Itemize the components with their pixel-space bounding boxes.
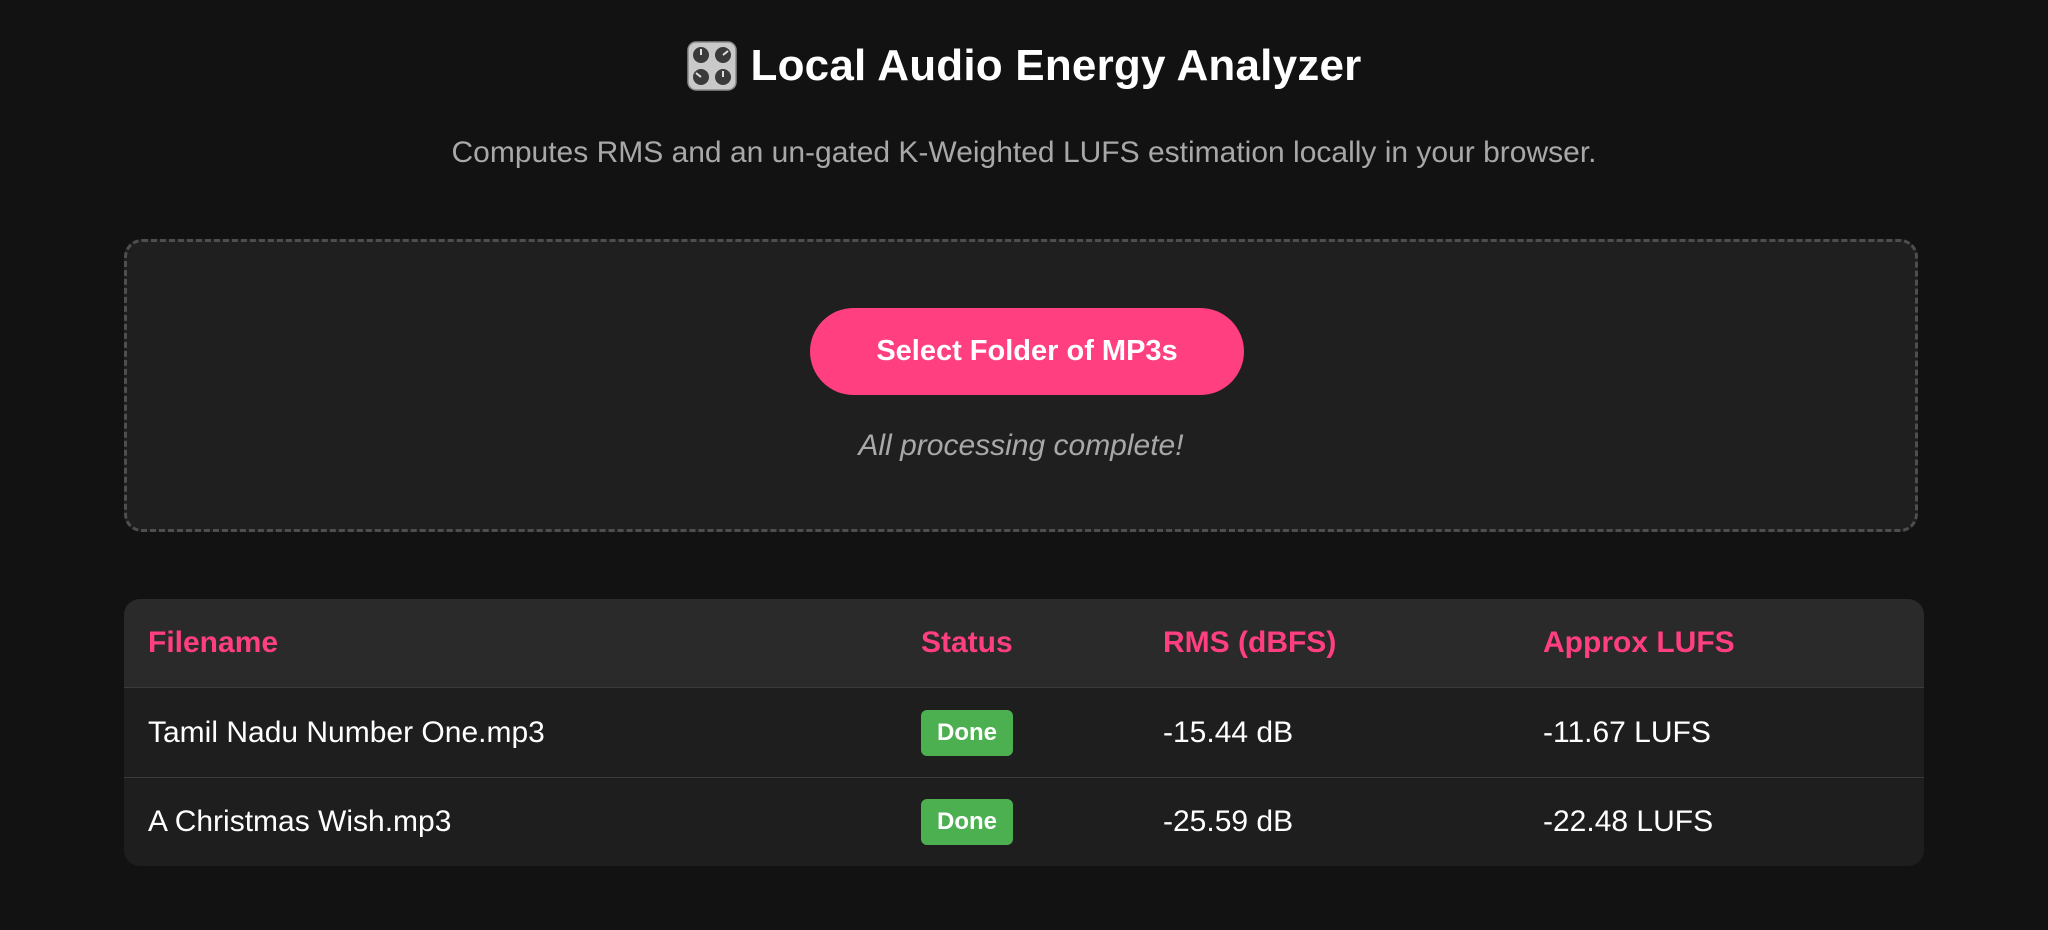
status-cell: Done [897, 688, 1139, 778]
rms-cell: -15.44 dB [1139, 688, 1519, 778]
upload-drop-zone[interactable]: Select Folder of MP3s All processing com… [124, 239, 1918, 532]
status-cell: Done [897, 778, 1139, 866]
column-header-lufs: Approx LUFS [1519, 599, 1924, 688]
filename-cell: Tamil Nadu Number One.mp3 [124, 688, 897, 778]
lufs-cell: -11.67 LUFS [1519, 688, 1924, 778]
column-header-filename: Filename [124, 599, 897, 688]
processing-status-message: All processing complete! [858, 429, 1184, 462]
column-header-status: Status [897, 599, 1139, 688]
table-row: Tamil Nadu Number One.mp3 Done -15.44 dB… [124, 688, 1924, 778]
column-header-rms: RMS (dBFS) [1139, 599, 1519, 688]
control-knobs-icon [686, 41, 737, 91]
status-badge: Done [921, 709, 1013, 756]
table-row: A Christmas Wish.mp3 Done -25.59 dB -22.… [124, 778, 1924, 866]
rms-cell: -25.59 dB [1163, 805, 1294, 838]
app-page: Local Audio Energy Analyzer Computes RMS… [0, 0, 2048, 930]
page-subtitle: Computes RMS and an un-gated K-Weighted … [451, 136, 1597, 169]
page-header: Local Audio Energy Analyzer [0, 38, 2048, 94]
filename-cell: A Christmas Wish.mp3 [148, 805, 452, 838]
page-title: Local Audio Energy Analyzer [750, 41, 1362, 90]
status-badge: Done [921, 799, 1013, 845]
table-header-row: Filename Status RMS (dBFS) Approx LUFS [124, 599, 1924, 688]
lufs-cell: -22.48 LUFS [1543, 805, 1714, 838]
select-folder-button[interactable]: Select Folder of MP3s [810, 308, 1244, 395]
results-table: Filename Status RMS (dBFS) Approx LUFS T… [124, 599, 1924, 866]
